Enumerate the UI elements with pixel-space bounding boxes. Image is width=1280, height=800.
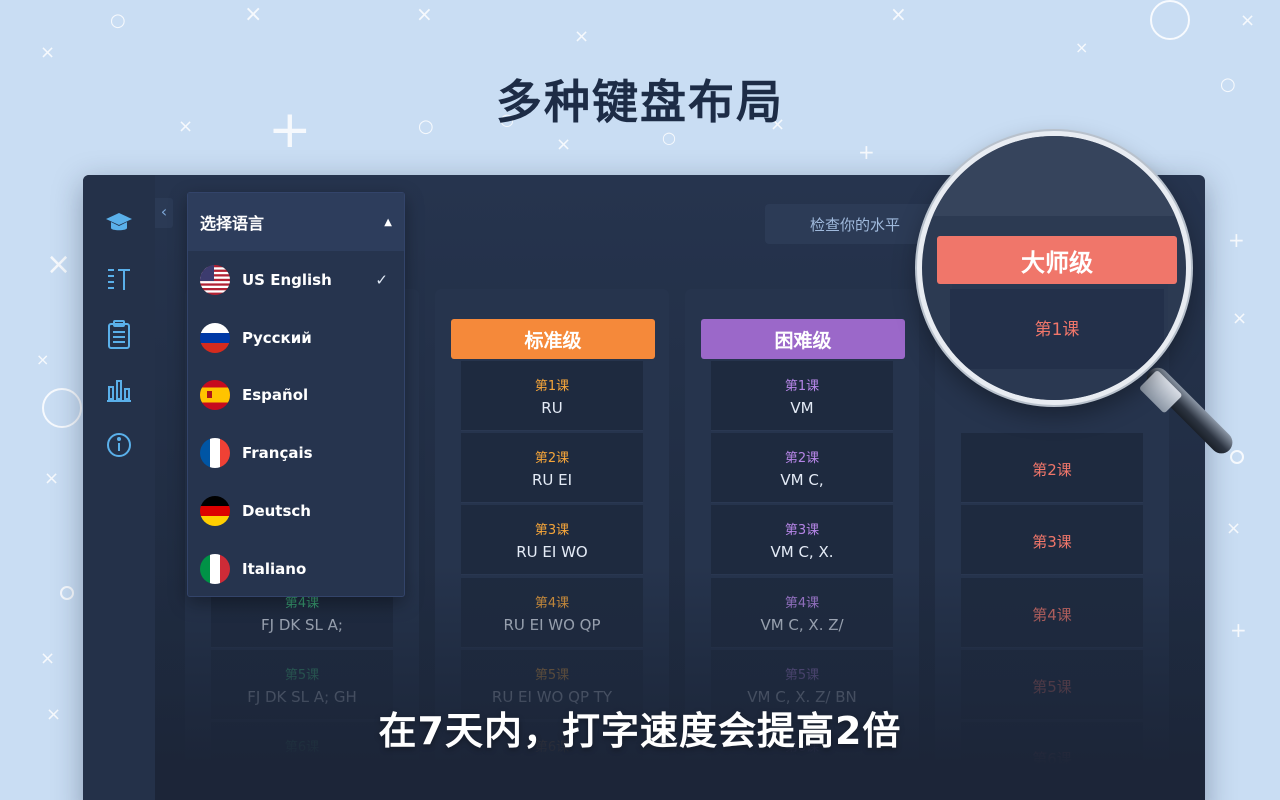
lesson-card[interactable]: 第2课 (961, 433, 1143, 503)
lesson-number: 第4课 (1032, 606, 1072, 624)
lesson-keys: VM C, X. Z/ (760, 616, 844, 634)
lesson-card[interactable]: 第1课 VM (711, 361, 893, 431)
lesson-number: 第1课 (534, 379, 570, 394)
lesson-number: 第3课 (784, 523, 820, 538)
language-dropdown: 选择语言 ▲ US English ✓ Русский Español Fran… (187, 192, 405, 597)
us-flag-icon (200, 264, 230, 295)
lesson-number: 第3课 (1032, 533, 1072, 551)
collapse-sidebar-button[interactable]: ‹ (155, 198, 173, 228)
language-option-label: Русский (242, 328, 312, 347)
language-option-label: Italiano (242, 559, 307, 578)
italy-flag-icon (200, 553, 230, 584)
lesson-keys: RU EI (531, 471, 573, 489)
bar-chart-icon[interactable] (101, 372, 137, 408)
graduation-cap-icon[interactable] (101, 205, 137, 241)
lesson-card[interactable]: 第3课 RU EI WO (461, 505, 643, 575)
lesson-card[interactable]: 第2课 VM C, (711, 433, 893, 503)
lesson-number: 第5课 (534, 668, 570, 683)
lesson-number: 第2课 (534, 451, 570, 466)
language-option-english[interactable]: US English ✓ (188, 251, 404, 309)
lesson-keys: VM C, X. (770, 543, 834, 561)
lesson-keys: RU (541, 399, 563, 417)
language-option-russian[interactable]: Русский (188, 309, 404, 367)
check-level-button[interactable]: 检查你的水平 (765, 204, 945, 244)
typing-text-icon[interactable] (101, 261, 137, 297)
language-option-label: Deutsch (242, 502, 311, 521)
lesson-number: 第1课 (784, 379, 820, 394)
lesson-card[interactable]: 第3课 (961, 505, 1143, 575)
lesson-number: 第4课 (534, 596, 570, 611)
language-option-label: Español (242, 386, 309, 405)
lesson-number: 第3课 (534, 523, 570, 538)
lesson-keys: RU EI WO (516, 543, 588, 561)
master-level-header[interactable]: 大师级 (937, 236, 1177, 284)
lesson-keys: VM C, (780, 471, 824, 489)
lesson-keys: FJ DK SL A; (261, 616, 343, 634)
magnifier-lens: 大师级 第1课 (917, 131, 1191, 405)
info-icon[interactable] (101, 427, 137, 463)
language-option-spanish[interactable]: Español (188, 367, 404, 425)
level-header[interactable]: 困难级 (701, 319, 905, 359)
lesson-number: 第5课 (284, 668, 320, 683)
lesson-card[interactable]: 第4课 (961, 578, 1143, 648)
page-headline: 多种键盘布局 (496, 75, 784, 129)
tagline: 在7天内，打字速度会提高2倍 (378, 709, 902, 753)
magnified-toolbar (922, 136, 1186, 216)
language-option-french[interactable]: Français (188, 424, 404, 482)
lesson-number: 第2课 (784, 451, 820, 466)
lesson-card[interactable]: 第4课 VM C, X. Z/ (711, 578, 893, 648)
lesson-number: 第5课 (784, 668, 820, 683)
lesson-number: 第5课 (1032, 678, 1072, 696)
lesson-number: 第2课 (1032, 461, 1072, 479)
germany-flag-icon (200, 496, 230, 527)
magnified-lesson-card[interactable]: 第1课 (950, 289, 1164, 369)
language-option-label: Français (242, 444, 313, 463)
lesson-keys: RU EI WO QP (503, 616, 601, 634)
lesson-card[interactable]: 第2课 RU EI (461, 433, 643, 503)
lesson-card[interactable]: 第3课 VM C, X. (711, 505, 893, 575)
language-option-label: US English (242, 270, 332, 289)
language-option-german[interactable]: Deutsch (188, 482, 404, 540)
lesson-number: 第4课 (784, 596, 820, 611)
lesson-card[interactable]: 第1课 RU (461, 361, 643, 431)
france-flag-icon (200, 438, 230, 469)
russia-flag-icon (200, 322, 230, 353)
lesson-keys: VM (790, 399, 814, 417)
chevron-up-icon: ▲ (384, 216, 392, 228)
checkmark-icon: ✓ (375, 270, 388, 289)
lesson-card[interactable]: 第4课 RU EI WO QP (461, 578, 643, 648)
language-option-italian[interactable]: Italiano (188, 540, 404, 598)
spain-flag-icon (200, 380, 230, 411)
language-dropdown-title: 选择语言 (200, 214, 265, 233)
language-dropdown-header[interactable]: 选择语言 ▲ (188, 193, 404, 251)
level-header[interactable]: 标准级 (451, 319, 655, 359)
clipboard-icon[interactable] (101, 317, 137, 353)
